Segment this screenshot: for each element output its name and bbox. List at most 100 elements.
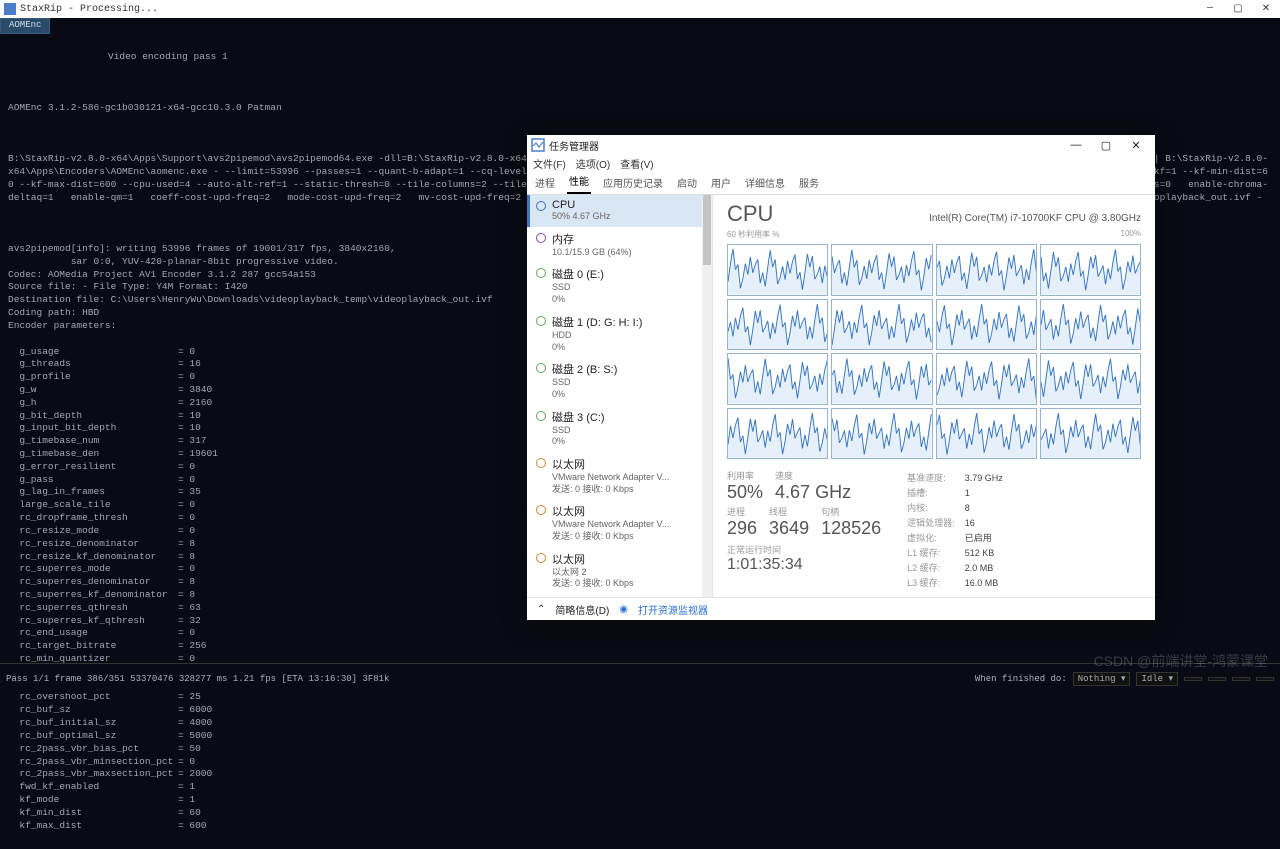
tm-titlebar: 任务管理器 — ▢ ✕ bbox=[527, 135, 1155, 156]
tm-close-button[interactable]: ✕ bbox=[1121, 139, 1151, 152]
tm-tab-1[interactable]: 性能 bbox=[567, 170, 591, 194]
sidebar-item-sub: HDD bbox=[552, 330, 706, 342]
tm-open-resmon[interactable]: 打开资源监视器 bbox=[638, 602, 708, 617]
sidebar-scrollbar[interactable] bbox=[702, 195, 712, 597]
info-row: 内核:8 bbox=[907, 501, 1003, 514]
tm-menubar: 文件(F) 选项(O) 查看(V) bbox=[527, 156, 1155, 173]
cpu-charts-grid bbox=[727, 244, 1141, 459]
status-btn-6[interactable] bbox=[1256, 677, 1274, 681]
status-progress: Pass 1/1 frame 386/351 53370476 328277 m… bbox=[6, 674, 975, 684]
tm-minimize-button[interactable]: — bbox=[1061, 139, 1091, 152]
tm-tab-0[interactable]: 进程 bbox=[533, 172, 557, 194]
proc-label: 进程 bbox=[727, 505, 757, 518]
encode-header: Video encoding pass 1 bbox=[108, 51, 1272, 64]
info-val: 16 bbox=[965, 516, 1003, 529]
task-manager-window: 任务管理器 — ▢ ✕ 文件(F) 选项(O) 查看(V) 进程性能应用历史记录… bbox=[527, 135, 1155, 620]
cpu-core-chart-0 bbox=[727, 244, 828, 296]
sidebar-item-disk-3[interactable]: 磁盘 1 (D: G: H: I:)HDD0% bbox=[527, 310, 712, 357]
param-row: kf_min_dist= 60 bbox=[8, 807, 1272, 820]
sidebar-item-disk-5[interactable]: 磁盘 3 (C:)SSD0% bbox=[527, 405, 712, 452]
sidebar-item-sub: SSD bbox=[552, 377, 706, 389]
status-priority-select[interactable]: Idle ▾ bbox=[1136, 672, 1178, 686]
tm-tab-4[interactable]: 用户 bbox=[709, 172, 733, 194]
chart-label-right: 100% bbox=[1121, 229, 1141, 240]
encoder-tab-bar: AOMEnc bbox=[0, 18, 1280, 34]
status-btn-4[interactable] bbox=[1208, 677, 1226, 681]
info-val: 1 bbox=[965, 486, 1003, 499]
status-btn-3[interactable] bbox=[1184, 677, 1202, 681]
cpu-core-chart-9 bbox=[831, 353, 932, 405]
sidebar-item-net-7[interactable]: 以太网VMware Network Adapter V...发送: 0 接收: … bbox=[527, 499, 712, 546]
info-row: L3 缓存:16.0 MB bbox=[907, 576, 1003, 589]
proc-value: 296 bbox=[727, 518, 757, 539]
tm-brief-toggle[interactable]: 简略信息(D) bbox=[555, 602, 609, 617]
cpu-heading: CPU bbox=[727, 201, 773, 227]
tm-maximize-button[interactable]: ▢ bbox=[1091, 139, 1121, 152]
maximize-button[interactable]: ▢ bbox=[1228, 3, 1248, 15]
info-row: L2 缓存:2.0 MB bbox=[907, 561, 1003, 574]
param-row: rc_buf_sz= 6000 bbox=[8, 704, 1272, 717]
chart-label-left: 60 秒利用率 % bbox=[727, 229, 779, 240]
tm-tab-2[interactable]: 应用历史记录 bbox=[601, 172, 665, 194]
status-bar: Pass 1/1 frame 386/351 53370476 328277 m… bbox=[0, 663, 1280, 693]
sidebar-item-cpu-0[interactable]: CPU50% 4.67 GHz bbox=[527, 195, 712, 227]
close-button[interactable]: ✕ bbox=[1256, 3, 1276, 15]
status-btn-5[interactable] bbox=[1232, 677, 1250, 681]
tm-tab-5[interactable]: 详细信息 bbox=[743, 172, 787, 194]
chevron-up-icon: ⌃ bbox=[537, 604, 545, 615]
cpu-core-chart-11 bbox=[1040, 353, 1141, 405]
sidebar-item-title: 磁盘 0 (E:) bbox=[552, 266, 706, 282]
disk-icon bbox=[536, 411, 546, 421]
info-key: 基准速度: bbox=[907, 471, 963, 484]
param-row: rc_2pass_vbr_maxsection_pct= 2000 bbox=[8, 768, 1272, 781]
sidebar-item-title: 磁盘 3 (C:) bbox=[552, 409, 706, 425]
info-key: 虚拟化: bbox=[907, 531, 963, 544]
sidebar-item-title: 磁盘 1 (D: G: H: I:) bbox=[552, 314, 706, 330]
tm-tab-3[interactable]: 启动 bbox=[675, 172, 699, 194]
handles-value: 128526 bbox=[821, 518, 881, 539]
encoder-version: AOMEnc 3.1.2-586-gc1b030121-x64-gcc10.3.… bbox=[8, 102, 1272, 115]
sidebar-item-disk-2[interactable]: 磁盘 0 (E:)SSD0% bbox=[527, 262, 712, 309]
uptime-label: 正常运行时间 bbox=[727, 543, 881, 556]
cpu-icon bbox=[536, 201, 546, 211]
sidebar-item-sub: VMware Network Adapter V... bbox=[552, 519, 706, 531]
main-titlebar: StaxRip - Processing... — ▢ ✕ bbox=[0, 0, 1280, 18]
sidebar-item-disk-4[interactable]: 磁盘 2 (B: S:)SSD0% bbox=[527, 357, 712, 404]
info-row: 虚拟化:已启用 bbox=[907, 531, 1003, 544]
sidebar-item-memory-1[interactable]: 内存10.1/15.9 GB (64%) bbox=[527, 227, 712, 263]
tm-tab-6[interactable]: 服务 bbox=[797, 172, 821, 194]
cpu-core-chart-12 bbox=[727, 408, 828, 460]
cpu-core-chart-14 bbox=[936, 408, 1037, 460]
tm-main-panel: CPU Intel(R) Core(TM) i7-10700KF CPU @ 3… bbox=[713, 195, 1155, 597]
sidebar-item-net-6[interactable]: 以太网VMware Network Adapter V...发送: 0 接收: … bbox=[527, 452, 712, 499]
cpu-core-chart-3 bbox=[1040, 244, 1141, 296]
scrollbar-thumb[interactable] bbox=[703, 195, 711, 265]
info-row: 逻辑处理器:16 bbox=[907, 516, 1003, 529]
status-when-finished-select[interactable]: Nothing ▾ bbox=[1073, 672, 1131, 686]
sidebar-item-sub: 发送: 0 接收: 0 Kbps bbox=[552, 484, 706, 496]
sidebar-item-net-8[interactable]: 以太网以太网 2发送: 0 接收: 0 Kbps bbox=[527, 547, 712, 594]
minimize-button[interactable]: — bbox=[1200, 3, 1220, 15]
cpu-core-chart-8 bbox=[727, 353, 828, 405]
tm-sidebar: CPU50% 4.67 GHz内存10.1/15.9 GB (64%)磁盘 0 … bbox=[527, 195, 713, 597]
handles-label: 句柄 bbox=[821, 505, 881, 518]
sidebar-item-sub: 10.1/15.9 GB (64%) bbox=[552, 247, 706, 259]
info-key: L2 缓存: bbox=[907, 561, 963, 574]
tm-menu-file[interactable]: 文件(F) bbox=[533, 156, 566, 173]
tm-tabs: 进程性能应用历史记录启动用户详细信息服务 bbox=[527, 173, 1155, 195]
info-val: 已启用 bbox=[965, 531, 1003, 544]
sidebar-item-sub: 50% 4.67 GHz bbox=[552, 211, 706, 223]
sidebar-item-sub: VMware Network Adapter V... bbox=[552, 472, 706, 484]
watermark: CSDN @前端讲堂-鸿蒙课堂 bbox=[1094, 651, 1268, 671]
tm-menu-view[interactable]: 查看(V) bbox=[620, 156, 653, 173]
util-value: 50% bbox=[727, 482, 763, 503]
util-label: 利用率 bbox=[727, 469, 763, 482]
param-row: rc_buf_initial_sz= 4000 bbox=[8, 717, 1272, 730]
net-icon bbox=[536, 553, 546, 563]
sidebar-item-sub: SSD bbox=[552, 425, 706, 437]
cpu-core-chart-4 bbox=[727, 299, 828, 351]
param-row: rc_overshoot_pct= 25 bbox=[8, 691, 1272, 704]
tab-aomenc[interactable]: AOMEnc bbox=[0, 18, 50, 34]
cpu-core-chart-7 bbox=[1040, 299, 1141, 351]
cpu-core-chart-6 bbox=[936, 299, 1037, 351]
